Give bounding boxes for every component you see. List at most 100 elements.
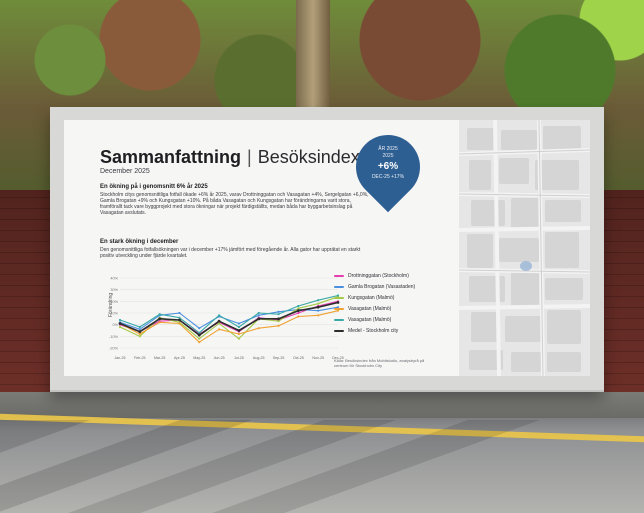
line-chart: -20% -10% 0% 10% 20% 30% 40% Jan-25 Feb-25 Mar-2… (104, 270, 344, 364)
footnote: Källa: Besöksindex från Mobilstudio, ana… (334, 358, 425, 368)
legend-label: Gamla Brogatan (Vasastaden) (348, 283, 416, 290)
section1-heading: En ökning på i genomsnitt 6% år 2025 (100, 184, 208, 190)
legend-item: Drottninggatan (Stockholm) (334, 270, 424, 281)
x-tick-label: Jan-25 (115, 356, 126, 360)
legend-item: Kungsgatan (Malmö) (334, 292, 424, 303)
data-point (257, 311, 260, 315)
y-tick-label: -10% (109, 335, 118, 339)
data-point (198, 341, 201, 344)
data-point (158, 317, 162, 321)
data-point (277, 310, 280, 313)
data-point (257, 314, 260, 317)
badge-text: ÅR 2025 2025 +6% DEC-25 +17% (356, 138, 420, 198)
data-point (237, 332, 241, 336)
data-point (178, 318, 181, 322)
street-scene: Sammanfattning | Besöksindex December 2025… (0, 0, 644, 513)
legend-swatch (334, 329, 344, 332)
curb (0, 392, 644, 418)
chart-y-label: Förändring (108, 293, 114, 317)
chart-series (118, 294, 340, 344)
data-point (237, 325, 241, 329)
x-tick-label: Nov-25 (312, 356, 324, 360)
x-tick-label: Jun-25 (214, 356, 225, 360)
legend-label: Vasagatan (Malmö) (348, 305, 392, 312)
x-tick-label: Oct-25 (293, 356, 304, 360)
data-point (297, 311, 300, 315)
billboard-poster: Sammanfattning | Besöksindex December 2025… (64, 120, 590, 376)
data-point (297, 304, 300, 308)
title-separator: | (247, 147, 252, 167)
legend-swatch (334, 274, 344, 277)
badge-line4: DEC-25 +17% (371, 174, 405, 180)
data-point (138, 332, 141, 336)
data-point (297, 307, 300, 310)
x-tick-label: Sep-25 (273, 356, 285, 360)
y-tick-label: -20% (109, 347, 118, 351)
legend-swatch (334, 296, 344, 299)
x-tick-label: Jul-25 (234, 356, 244, 360)
data-point (198, 327, 201, 330)
data-point (118, 322, 122, 325)
data-point (178, 316, 181, 319)
legend-label: Vasagatan (Malmö) (348, 316, 392, 323)
data-point (317, 314, 320, 317)
data-point (317, 302, 320, 305)
y-tick-label: 40% (110, 277, 118, 281)
section2-heading: En stark ökning i december (100, 239, 179, 245)
section2-body: Den genomsnittliga fotfallsökningen var … (100, 247, 361, 259)
data-point (138, 335, 141, 338)
data-point (297, 315, 300, 318)
data-point (138, 325, 141, 329)
data-point (317, 309, 320, 312)
poster-title-main: Sammanfattning (100, 147, 242, 167)
series-line (119, 296, 339, 340)
legend-item: Gamla Brogatan (Vasastaden) (334, 281, 424, 292)
y-tick-label: 0% (113, 323, 119, 327)
legend-swatch (334, 307, 344, 310)
legend-label: Drottninggatan (Stockholm) (348, 272, 409, 279)
data-point (178, 322, 181, 325)
chart-legend: Drottninggatan (Stockholm) Gamla Brogatan… (334, 270, 424, 336)
poster-title: Sammanfattning | Besöksindex (100, 147, 360, 168)
data-point (237, 337, 241, 340)
tree-shadows (0, 420, 644, 513)
x-tick-label: Feb-25 (134, 356, 145, 360)
data-point (237, 322, 241, 325)
x-tick-label: Apr-25 (174, 356, 185, 360)
x-tick-label: Aug-25 (253, 356, 265, 360)
section1-body: Stockholm citys genomsnittliga fotfall ö… (100, 192, 369, 216)
data-point (198, 337, 201, 340)
chart-x-ticks: Jan-25 Feb-25 Mar-25 Apr-25 May-25 Jun-25 Jul-… (115, 356, 344, 360)
chart-svg: -20%-10%0%10%20%30%40% Jan-25 Feb-25 Mar-2… (108, 277, 344, 361)
data-point (217, 314, 221, 317)
city-map (459, 120, 590, 376)
data-point (316, 305, 320, 309)
legend-item: Medel - Stockholm city (334, 325, 424, 336)
legend-label: Medel - Stockholm city (348, 327, 399, 334)
data-point (197, 333, 201, 337)
x-tick-label: May-25 (193, 356, 205, 360)
data-point (158, 313, 161, 316)
data-point (118, 318, 122, 322)
legend-swatch (334, 318, 344, 321)
data-point (257, 317, 261, 321)
data-point (277, 320, 280, 323)
map-svg (459, 120, 590, 376)
data-point (158, 321, 161, 324)
legend-item: Vasagatan (Malmö) (334, 314, 424, 325)
badge-line1: ÅR 2025 (378, 146, 398, 152)
data-point (138, 328, 141, 331)
data-point (217, 322, 221, 325)
badge-value: +6% (377, 161, 399, 172)
data-point (138, 330, 142, 334)
data-point (277, 317, 280, 321)
y-tick-label: 30% (110, 288, 118, 292)
poster-date: December 2025 (100, 168, 150, 175)
legend-label: Kungsgatan (Malmö) (348, 294, 395, 301)
data-point (277, 324, 280, 327)
data-point (178, 311, 181, 315)
badge-line2: 2025 (382, 153, 394, 159)
data-point (118, 325, 122, 329)
x-tick-label: Mar-25 (154, 356, 165, 360)
data-point (277, 313, 280, 316)
